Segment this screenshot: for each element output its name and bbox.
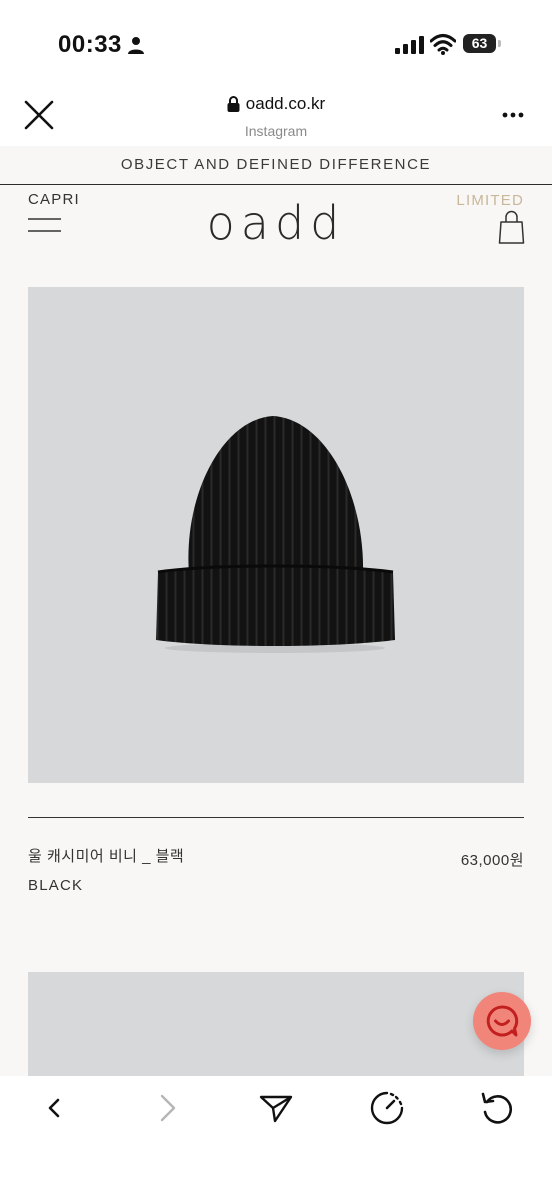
beanie-image — [156, 416, 395, 653]
next-product-image[interactable] — [28, 972, 524, 1076]
clock: 00:33 — [58, 31, 122, 58]
reload-icon — [481, 1092, 513, 1124]
forward-button[interactable] — [148, 1090, 184, 1126]
product-price: 63,000원 — [460, 852, 524, 869]
product-name[interactable]: 울 캐시미어 비니 _ 블랙 — [28, 845, 184, 866]
limited-link[interactable]: LIMITED — [456, 192, 524, 209]
share-button[interactable] — [258, 1090, 294, 1126]
divider — [28, 817, 524, 818]
chevron-left-icon — [48, 1098, 60, 1118]
lock-icon — [227, 96, 240, 112]
speedometer-icon — [370, 1091, 404, 1125]
speed-button[interactable] — [369, 1090, 405, 1126]
browser-header: oadd.co.kr Instagram — [0, 84, 552, 146]
chat-button[interactable] — [473, 992, 531, 1050]
site-banner: OBJECT AND DEFINED DIFFERENCE — [0, 146, 552, 185]
chevron-right-icon — [160, 1094, 176, 1122]
wifi-icon — [430, 34, 456, 55]
person-icon — [128, 37, 144, 54]
product-image[interactable] — [28, 287, 524, 783]
battery-percent: 63 — [471, 35, 488, 51]
chat-icon — [486, 1005, 519, 1037]
shopping-bag-icon[interactable] — [498, 210, 525, 244]
status-bar: 00:33 63 — [0, 0, 552, 84]
back-button[interactable] — [36, 1090, 72, 1126]
signal-icon — [395, 36, 424, 54]
url-text: oadd.co.kr — [245, 94, 326, 113]
source-label: Instagram — [244, 123, 308, 139]
browser-toolbar — [0, 1076, 552, 1200]
address-bar[interactable]: oadd.co.kr Instagram — [0, 94, 552, 139]
more-icon[interactable] — [502, 112, 524, 118]
reload-button[interactable] — [479, 1090, 515, 1126]
battery-indicator: 63 — [463, 34, 503, 54]
send-icon — [259, 1095, 293, 1123]
product-color: BLACK — [28, 877, 84, 894]
